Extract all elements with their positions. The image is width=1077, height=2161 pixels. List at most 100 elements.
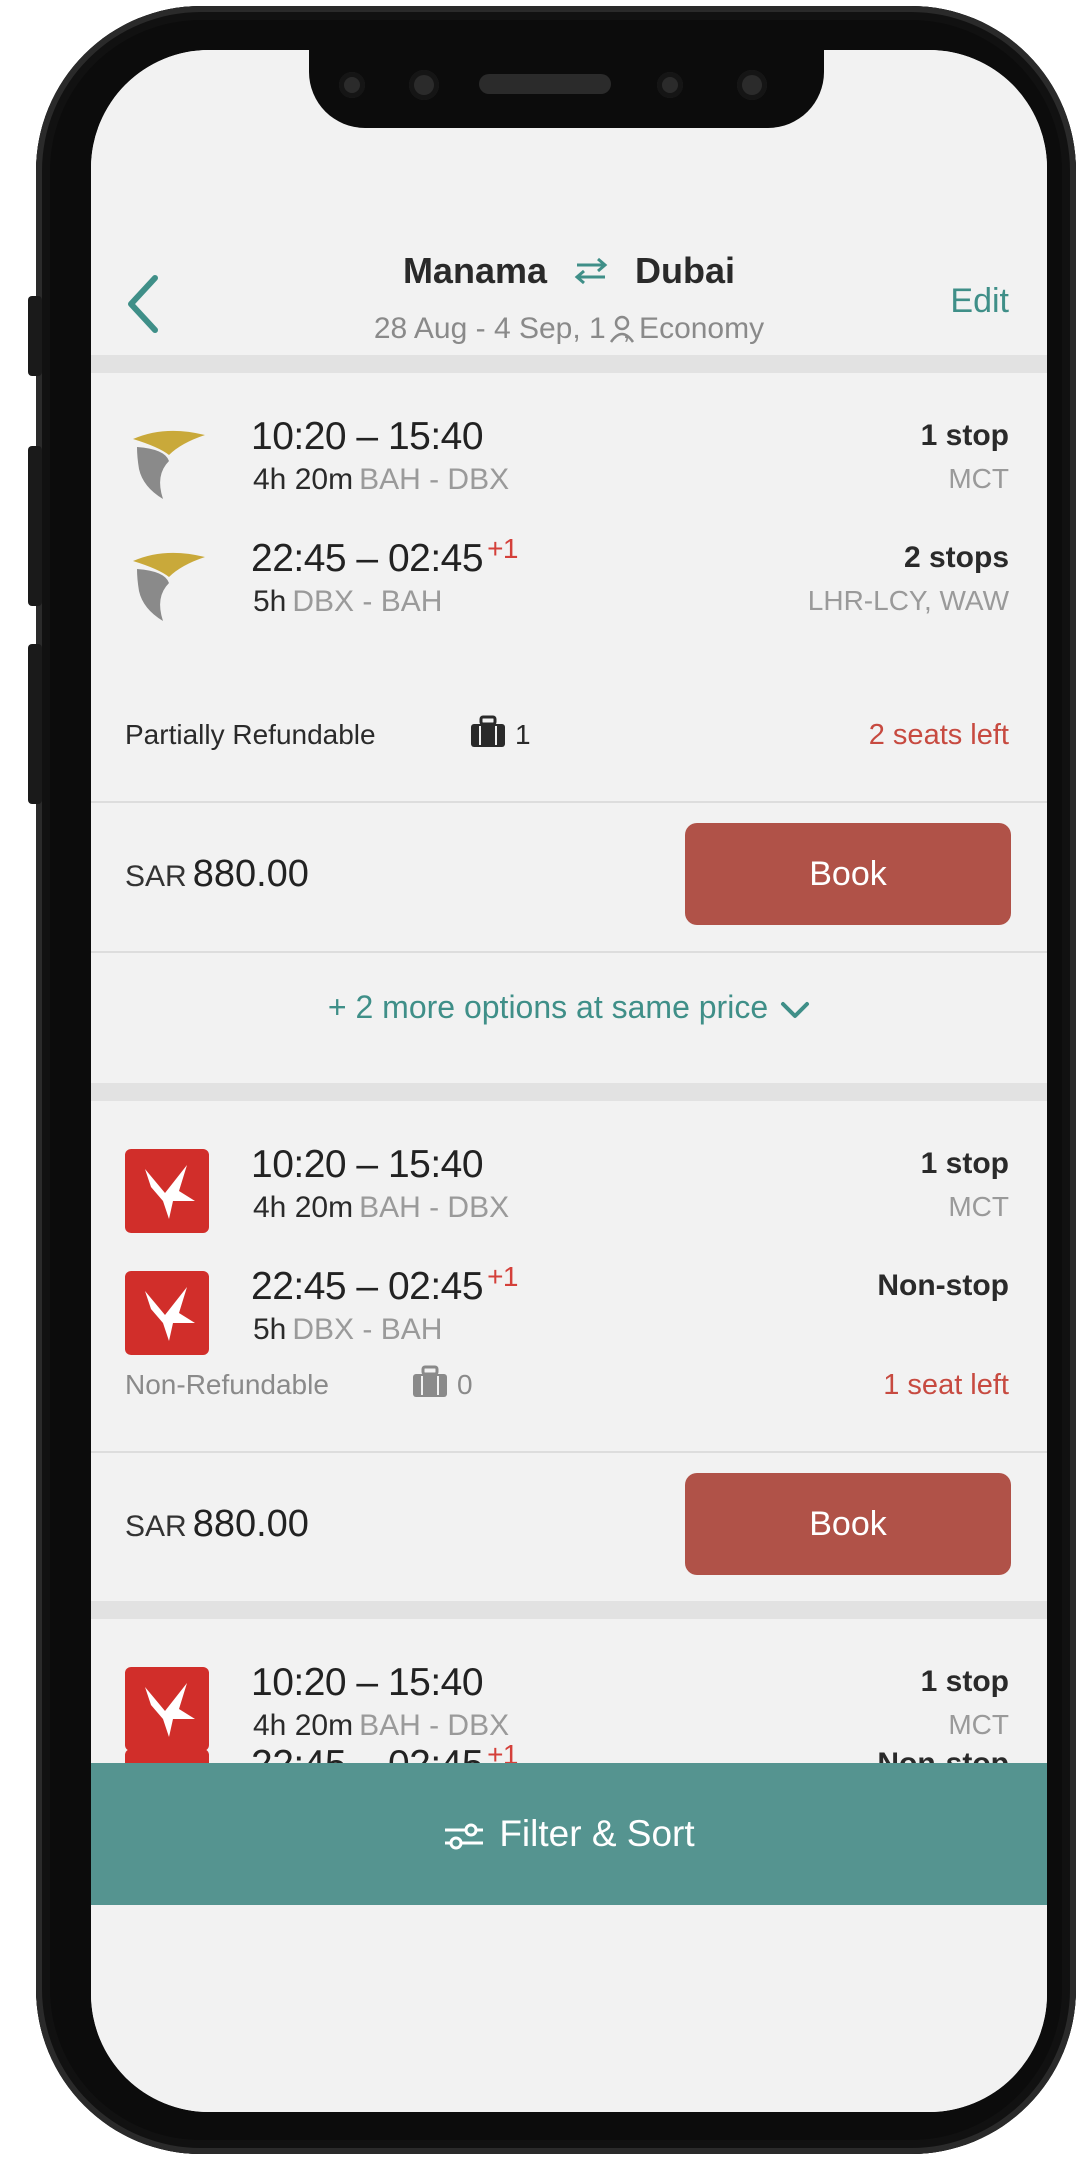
trip-details: 28 Aug - 4 Sep, 1 , Economy [91, 312, 1047, 346]
stops-count: 2 stops [903, 541, 1009, 574]
flight-result-card[interactable]: 10:20 – 15:40 4h 20m BAH - DBX 1 stop MCT… [91, 1101, 1047, 1601]
seats-left: 2 seats left [868, 719, 1009, 751]
divider [91, 801, 1047, 803]
stops-count: 1 stop [920, 1665, 1009, 1698]
baggage-count: 0 [457, 1369, 473, 1400]
more-options-toggle[interactable]: + 2 more options at same price [91, 989, 1047, 1026]
time-range: 22:45 – 02:45 [251, 537, 484, 580]
flight-times: 22:45 – 02:45+1 [251, 533, 518, 581]
airport-codes: DBX - BAH [292, 1313, 443, 1346]
sliders-icon [445, 1823, 484, 1850]
volume-down-button [28, 644, 42, 804]
flight-duration: 4h 20m BAH - DBX [253, 1709, 509, 1743]
fare-info-row: Non-Refundable 0 1 seat left [91, 1363, 1047, 1413]
flight-times: 10:20 – 15:40 [251, 1143, 484, 1187]
flight-duration: 4h 20m BAH - DBX [253, 463, 509, 497]
time-range: 10:20 – 15:40 [251, 1661, 484, 1704]
mute-switch [28, 296, 42, 376]
fare-price: SAR 880.00 [125, 853, 309, 896]
passenger-icon [609, 315, 635, 343]
baggage-count: 1 [515, 719, 531, 750]
return-leg: 22:45 – 02:45+1 Non-stop [91, 1739, 1047, 1763]
baggage-icon [413, 1365, 447, 1397]
divider [91, 951, 1047, 953]
flight-times: 10:20 – 15:40 [251, 1661, 484, 1705]
price-amount: 880.00 [192, 853, 309, 895]
refund-policy: Partially Refundable [125, 719, 376, 750]
duration-value: 5h [253, 1313, 287, 1346]
sensor-dot [737, 70, 767, 100]
time-range: 22:45 – 02:45 [251, 1743, 484, 1763]
sensor-dot [409, 70, 439, 100]
next-day-badge: +1 [487, 1739, 518, 1763]
section-divider [91, 1601, 1047, 1619]
currency-code: SAR [125, 1510, 187, 1543]
time-range: 22:45 – 02:45 [251, 1265, 484, 1308]
airport-codes: BAH - DBX [359, 1709, 510, 1742]
next-day-badge: +1 [487, 533, 518, 564]
airline-logo-icon [125, 1749, 209, 1763]
airline-logo-icon [125, 1271, 209, 1355]
volume-up-button [28, 446, 42, 606]
stopover-airports: MCT [948, 1191, 1009, 1222]
fare-price: SAR 880.00 [125, 1503, 309, 1546]
flight-duration: 4h 20m BAH - DBX [253, 1191, 509, 1225]
duration-value: 4h 20m [253, 1191, 354, 1224]
filter-sort-label: Filter & Sort [499, 1813, 695, 1854]
time-range: 10:20 – 15:40 [251, 1143, 484, 1186]
airline-logo-icon [125, 1149, 209, 1233]
flight-times: 22:45 – 02:45+1 [251, 1739, 518, 1763]
chevron-down-icon [781, 1001, 810, 1018]
filter-sort-button[interactable]: Filter & Sort [91, 1763, 1047, 1905]
edit-search-button[interactable]: Edit [950, 282, 1009, 321]
seats-left: 1 seat left [883, 1369, 1009, 1401]
sensor-dot [339, 72, 365, 98]
airport-codes: BAH - DBX [359, 463, 510, 496]
notch [309, 50, 824, 128]
airline-logo-icon [125, 1667, 209, 1751]
price-amount: 880.00 [192, 1503, 309, 1545]
stops-count: 1 stop [920, 419, 1009, 452]
front-camera [657, 72, 683, 98]
refund-policy: Non-Refundable [125, 1369, 329, 1400]
duration-value: 4h 20m [253, 463, 354, 496]
flight-duration: 5h DBX - BAH [253, 585, 442, 619]
earpiece-speaker [479, 74, 611, 94]
duration-value: 5h [253, 585, 287, 618]
flight-result-card[interactable]: 10:20 – 15:40 4h 20m BAH - DBX 1 stop MCT… [91, 373, 1047, 1083]
airline-logo-icon [133, 552, 205, 621]
section-divider [91, 1083, 1047, 1101]
divider [91, 1451, 1047, 1453]
airport-codes: DBX - BAH [292, 585, 443, 618]
flight-result-card[interactable]: 10:20 – 15:40 4h 20m BAH - DBX 1 stop MCT… [91, 1619, 1047, 1763]
stopover-airports: LHR-LCY, WAW [807, 585, 1009, 616]
outbound-leg: 10:20 – 15:40 4h 20m BAH - DBX 1 stop MCT [91, 415, 1047, 525]
currency-code: SAR [125, 860, 187, 893]
stopover-airports: MCT [948, 463, 1009, 494]
stopover-airports: MCT [948, 1709, 1009, 1740]
more-options-label: + 2 more options at same price [327, 989, 769, 1025]
home-indicator-area [91, 1905, 1047, 2112]
trip-details-text: 28 Aug - 4 Sep, 1 , Economy [373, 312, 765, 345]
app-screen: Manama Dubai 28 Aug - 4 Sep, 1 , Economy… [91, 50, 1047, 2112]
book-button[interactable]: Book [685, 1473, 1011, 1575]
airport-codes: BAH - DBX [359, 1191, 510, 1224]
stops-count: Non-stop [877, 1269, 1009, 1302]
time-range: 10:20 – 15:40 [251, 415, 484, 458]
destination-city: Dubai [635, 250, 736, 291]
flight-times: 10:20 – 15:40 [251, 415, 484, 459]
duration-value: 4h 20m [253, 1709, 354, 1742]
stops-count: Non-stop [877, 1747, 1009, 1763]
flight-times: 22:45 – 02:45+1 [251, 1261, 518, 1309]
return-leg: 22:45 – 02:45 +1 5h DBX - BAH 2 stops LHR-… [91, 533, 1047, 647]
section-divider [91, 355, 1047, 373]
airline-logo-icon [133, 430, 205, 499]
baggage-icon [471, 715, 505, 747]
fare-info-row: Partially Refundable 1 2 seats left [91, 713, 1047, 763]
swap-arrows-icon [571, 252, 611, 294]
stops-count: 1 stop [920, 1147, 1009, 1180]
book-button[interactable]: Book [685, 823, 1011, 925]
origin-city: Manama [402, 250, 547, 291]
route-title: Manama Dubai [91, 250, 1047, 294]
flight-duration: 5h DBX - BAH [253, 1313, 442, 1347]
